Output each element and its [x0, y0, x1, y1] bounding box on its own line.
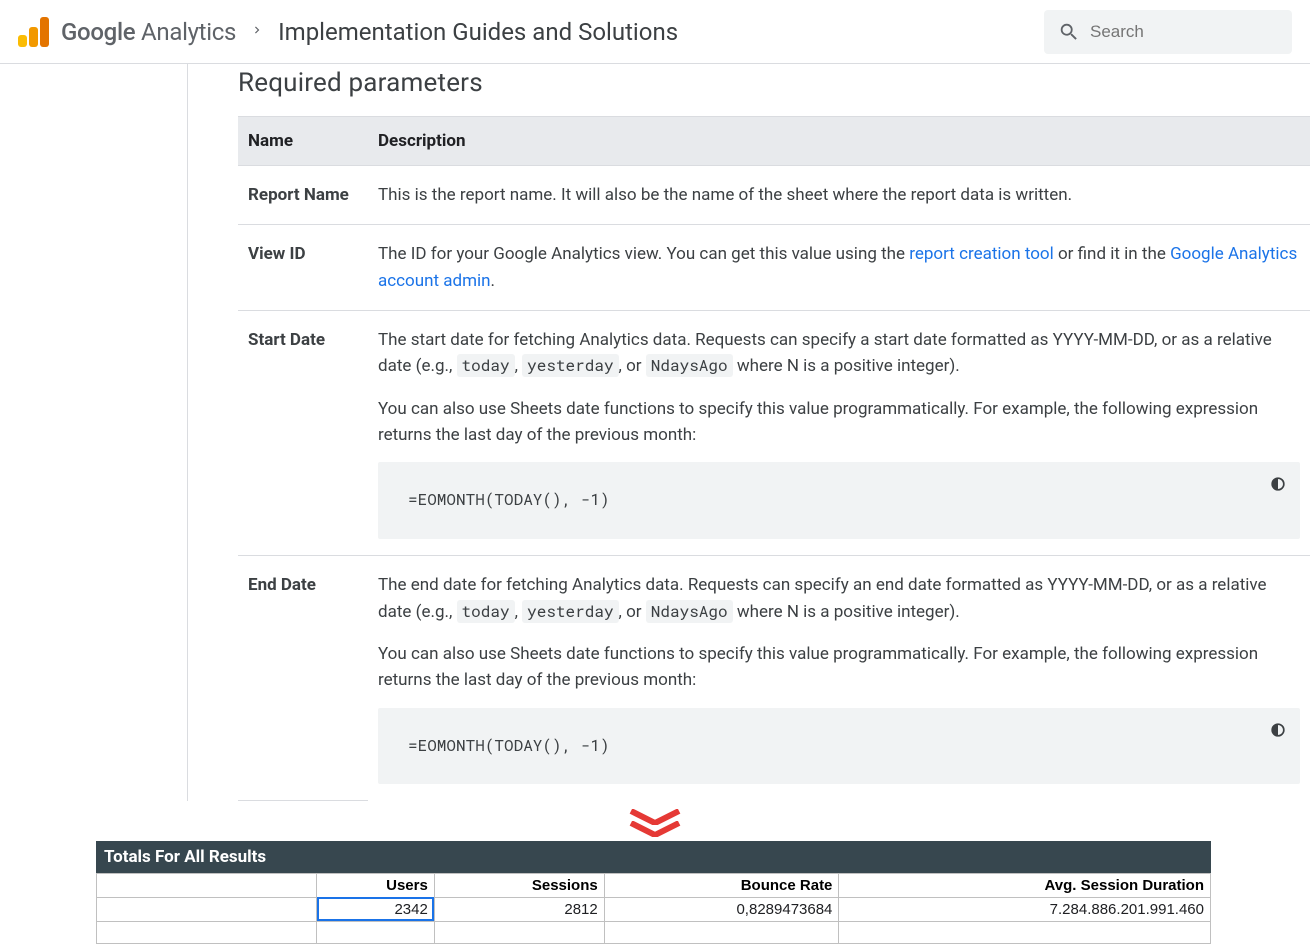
spreadsheet-preview: Totals For All Results Users Sessions Bo… — [0, 841, 1310, 944]
col-header-name: Name — [238, 117, 368, 166]
table-row: Report Name This is the report name. It … — [238, 166, 1310, 225]
sheet-col-users: Users — [317, 873, 435, 897]
param-name: End Date — [238, 556, 368, 801]
sheet-table: Users Sessions Bounce Rate Avg. Session … — [96, 873, 1211, 944]
param-desc: The end date for fetching Analytics data… — [368, 556, 1310, 801]
theme-toggle-icon[interactable] — [1266, 472, 1290, 496]
parameters-table: Name Description Report Name This is the… — [238, 116, 1310, 801]
search-icon — [1058, 21, 1080, 43]
code-block: =EOMONTH(TODAY(), -1) — [378, 708, 1300, 785]
code-inline: NdaysAgo — [646, 600, 733, 623]
section-heading: Required parameters — [238, 64, 1310, 98]
sheet-col-duration: Avg. Session Duration — [839, 873, 1211, 897]
col-header-description: Description — [368, 117, 1310, 166]
brand-block[interactable]: Google Analytics — [18, 17, 236, 47]
search-box[interactable] — [1044, 10, 1292, 54]
sheet-cell-users[interactable]: 2342 — [317, 897, 435, 921]
code-inline: yesterday — [522, 354, 618, 377]
sheet-cell[interactable] — [97, 897, 317, 921]
table-row: End Date The end date for fetching Analy… — [238, 556, 1310, 801]
theme-toggle-icon[interactable] — [1266, 718, 1290, 742]
sheet-cell-sessions[interactable]: 2812 — [434, 897, 604, 921]
code-inline: today — [457, 354, 515, 377]
table-row: View ID The ID for your Google Analytics… — [238, 225, 1310, 311]
chevron-right-icon — [250, 22, 264, 41]
analytics-logo-icon — [18, 17, 49, 47]
code-block: =EOMONTH(TODAY(), -1) — [378, 462, 1300, 539]
sheet-col-sessions: Sessions — [434, 873, 604, 897]
code-inline: yesterday — [522, 600, 618, 623]
param-desc: The start date for fetching Analytics da… — [368, 311, 1310, 556]
sheet-cell-duration[interactable]: 7.284.886.201.991.460 — [839, 897, 1211, 921]
sheet-cell-bounce[interactable]: 0,8289473684 — [604, 897, 839, 921]
param-name: Report Name — [238, 166, 368, 225]
sheet-blank-header — [97, 873, 317, 897]
main-content: Required parameters Name Description Rep… — [188, 64, 1310, 801]
link-report-creation-tool[interactable]: report creation tool — [909, 244, 1054, 264]
code-inline: today — [457, 600, 515, 623]
param-desc: This is the report name. It will also be… — [368, 166, 1310, 225]
left-sidebar — [0, 64, 188, 801]
param-name: View ID — [238, 225, 368, 311]
search-input[interactable] — [1090, 22, 1278, 42]
chevron-down-double-icon — [0, 809, 1310, 837]
param-name: Start Date — [238, 311, 368, 556]
site-header: Google Analytics Implementation Guides a… — [0, 0, 1310, 64]
param-desc: The ID for your Google Analytics view. Y… — [368, 225, 1310, 311]
sheet-col-bounce: Bounce Rate — [604, 873, 839, 897]
totals-header: Totals For All Results — [96, 841, 1211, 873]
code-inline: NdaysAgo — [646, 354, 733, 377]
table-row: Start Date The start date for fetching A… — [238, 311, 1310, 556]
page-title: Implementation Guides and Solutions — [278, 18, 678, 46]
brand-text: Google Analytics — [61, 18, 236, 46]
